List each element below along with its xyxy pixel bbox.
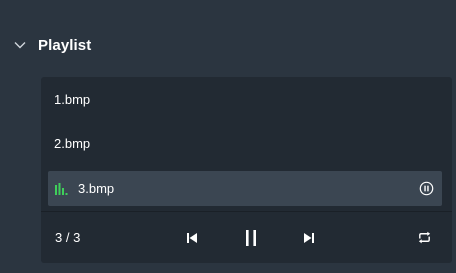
playlist-item-name: 1.bmp — [54, 92, 91, 107]
playlist-item-name: 3.bmp — [78, 181, 115, 196]
player-controls: 3 / 3 — [41, 212, 452, 263]
playlist: 1.bmp 2.bmp 3.bmp 3 / 3 — [41, 77, 452, 263]
equalizer-icon — [55, 183, 68, 195]
playlist-item-name: 2.bmp — [54, 136, 91, 151]
playlist-item-active[interactable]: 3.bmp — [48, 171, 442, 206]
playlist-item[interactable]: 1.bmp — [41, 77, 452, 121]
pause-circle-icon[interactable] — [419, 181, 434, 196]
repeat-icon[interactable] — [417, 230, 432, 245]
panel-title: Playlist — [38, 37, 92, 54]
previous-icon[interactable] — [186, 232, 198, 244]
track-counter: 3 / 3 — [55, 230, 81, 245]
playlist-item[interactable]: 2.bmp — [41, 121, 452, 165]
next-icon[interactable] — [303, 232, 315, 244]
chevron-down-icon — [14, 42, 26, 49]
playlist-panel-header[interactable]: Playlist — [0, 30, 456, 62]
pause-icon[interactable] — [244, 229, 258, 247]
